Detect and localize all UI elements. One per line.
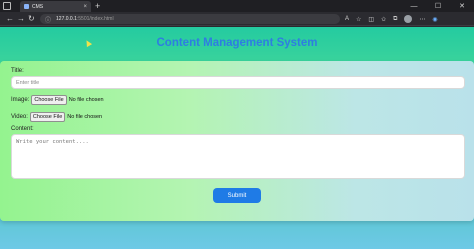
more-menu-icon[interactable]: ⋯	[419, 16, 425, 23]
window-controls: — ☐ ✕	[402, 0, 474, 12]
tab-close-icon[interactable]: ×	[83, 4, 87, 10]
split-screen-icon[interactable]: ◫	[368, 16, 374, 23]
page-body: Content Management System Title: Enter t…	[0, 27, 474, 249]
tab-actions-icon[interactable]	[3, 2, 11, 10]
favorites-icon[interactable]: ✩	[381, 16, 386, 23]
video-choose-file-button[interactable]: Choose File	[29, 112, 66, 122]
content-label: Content:	[11, 126, 34, 132]
new-tab-button[interactable]: +	[95, 0, 100, 12]
toolbar-right: A ☆ ◫ ✩ ⧉ ⋯ ◉	[338, 14, 438, 24]
image-label: Image:	[11, 97, 30, 103]
profile-avatar[interactable]	[404, 15, 413, 23]
reload-button[interactable]: ↻	[28, 13, 35, 25]
page-title: Content Management System	[156, 37, 318, 49]
close-window-button[interactable]: ✕	[450, 2, 474, 10]
image-choose-file-button[interactable]: Choose File	[31, 95, 67, 105]
browser-tab[interactable]: CMS ×	[20, 1, 91, 12]
minimize-button[interactable]: —	[402, 3, 426, 10]
video-file-status: No file chosen	[67, 114, 103, 120]
copilot-icon[interactable]: ◉	[432, 16, 437, 23]
tab-favicon-icon	[24, 4, 29, 9]
maximize-button[interactable]: ☐	[426, 2, 450, 10]
read-aloud-icon[interactable]: A	[345, 16, 349, 22]
tab-title: CMS	[32, 3, 44, 10]
content-form: Title: Enter title Image: Choose File No…	[0, 61, 474, 221]
collections-icon[interactable]: ⧉	[393, 16, 397, 23]
url-text: 127.0.0.1:5501/index.html	[56, 16, 114, 22]
address-bar[interactable]: ⓘ 127.0.0.1:5501/index.html	[40, 14, 340, 24]
back-button[interactable]: ←	[6, 13, 14, 25]
browser-nav-bar: ← → ↻ ⓘ 127.0.0.1:5501/index.html A ☆ ◫ …	[0, 12, 474, 26]
title-label: Title:	[11, 68, 24, 74]
image-file-row: Image: Choose File No file chosen	[11, 95, 104, 105]
site-info-icon[interactable]: ⓘ	[45, 15, 51, 24]
favorite-star-icon[interactable]: ☆	[356, 16, 361, 23]
image-file-status: No file chosen	[68, 97, 104, 103]
video-label: Video:	[11, 114, 28, 120]
forward-button[interactable]: →	[17, 13, 25, 25]
submit-button[interactable]: Submit	[213, 188, 261, 203]
title-input[interactable]: Enter title	[11, 76, 465, 89]
video-file-row: Video: Choose File No file chosen	[11, 112, 102, 122]
content-textarea[interactable]: Write your content....	[11, 134, 465, 179]
url-path: :5501/index.html	[76, 16, 114, 22]
browser-tab-bar: CMS × + — ☐ ✕	[0, 0, 474, 12]
url-host: 127.0.0.1	[56, 16, 77, 22]
